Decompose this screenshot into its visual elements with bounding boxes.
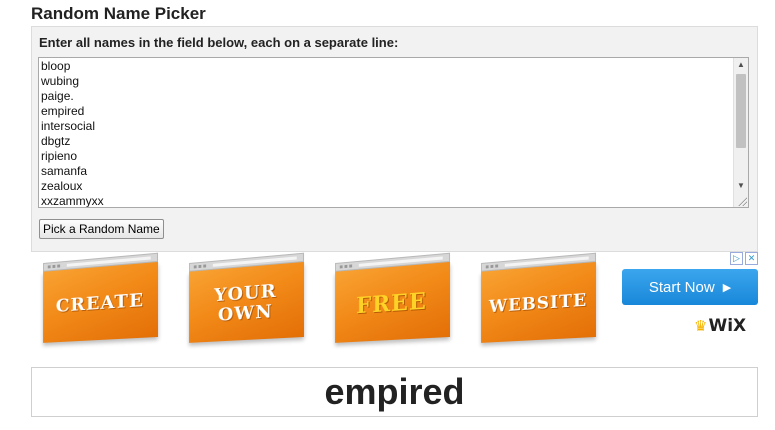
ad-card-text: FREE [356, 287, 427, 319]
pick-random-name-button[interactable]: Pick a Random Name [39, 219, 164, 239]
ad-card-your-own[interactable]: YOUR OWN [189, 252, 305, 343]
wix-brand-text: WiX [708, 316, 747, 336]
instruction-label: Enter all names in the field below, each… [39, 35, 399, 50]
ad-card-text: CREATE [55, 289, 145, 317]
name-line: zealoux [41, 179, 83, 193]
name-line: intersocial [41, 119, 96, 133]
advertisement-banner[interactable]: ▷ ✕ CREATE YOUR OWN FREE WEBSITE Start N… [31, 252, 758, 352]
adchoices-play-icon[interactable]: ▷ [730, 252, 743, 265]
adchoices-icons[interactable]: ▷ ✕ [730, 252, 758, 266]
name-line: bloop [41, 59, 71, 73]
textarea-scrollbar[interactable]: ▲ ▼ [733, 58, 748, 207]
name-line: xxzammyxx [41, 194, 104, 208]
name-line: wubing [41, 74, 80, 88]
names-list: bloop wubing paige. empired intersocial dbgtz… [41, 59, 104, 208]
play-arrow-icon: ▶ [722, 281, 732, 294]
picked-name: empired [324, 371, 465, 412]
name-line: ripieno [41, 149, 78, 163]
scrollbar-thumb[interactable] [736, 74, 746, 148]
ad-card-text: YOUR OWN [214, 280, 277, 326]
wix-crown-icon: ♛ [694, 317, 708, 335]
ad-card-free[interactable]: FREE [335, 252, 451, 343]
wix-logo[interactable]: ♛WiX [694, 316, 746, 336]
name-line: paige. [41, 89, 74, 103]
start-now-button[interactable]: Start Now ▶ [622, 269, 758, 305]
name-line: empired [41, 104, 85, 118]
adchoices-close-icon[interactable]: ✕ [745, 252, 758, 265]
name-picker-panel: Enter all names in the field below, each… [31, 26, 758, 252]
ad-card-create[interactable]: CREATE [43, 252, 159, 343]
page-title: Random Name Picker [31, 4, 206, 23]
name-line: dbgtz [41, 134, 71, 148]
result-box: empired [31, 367, 758, 417]
ad-card-website[interactable]: WEBSITE [481, 252, 597, 343]
scroll-up-arrow-icon[interactable]: ▲ [734, 58, 748, 72]
ad-card-text: WEBSITE [488, 289, 588, 317]
names-textarea[interactable]: bloop wubing paige. empired intersocial dbgtz… [38, 57, 749, 208]
start-now-label: Start Now [648, 278, 715, 296]
scroll-down-arrow-icon[interactable]: ▼ [734, 179, 748, 193]
name-line: samanfa [41, 164, 88, 178]
resize-grip-icon[interactable] [737, 196, 747, 206]
